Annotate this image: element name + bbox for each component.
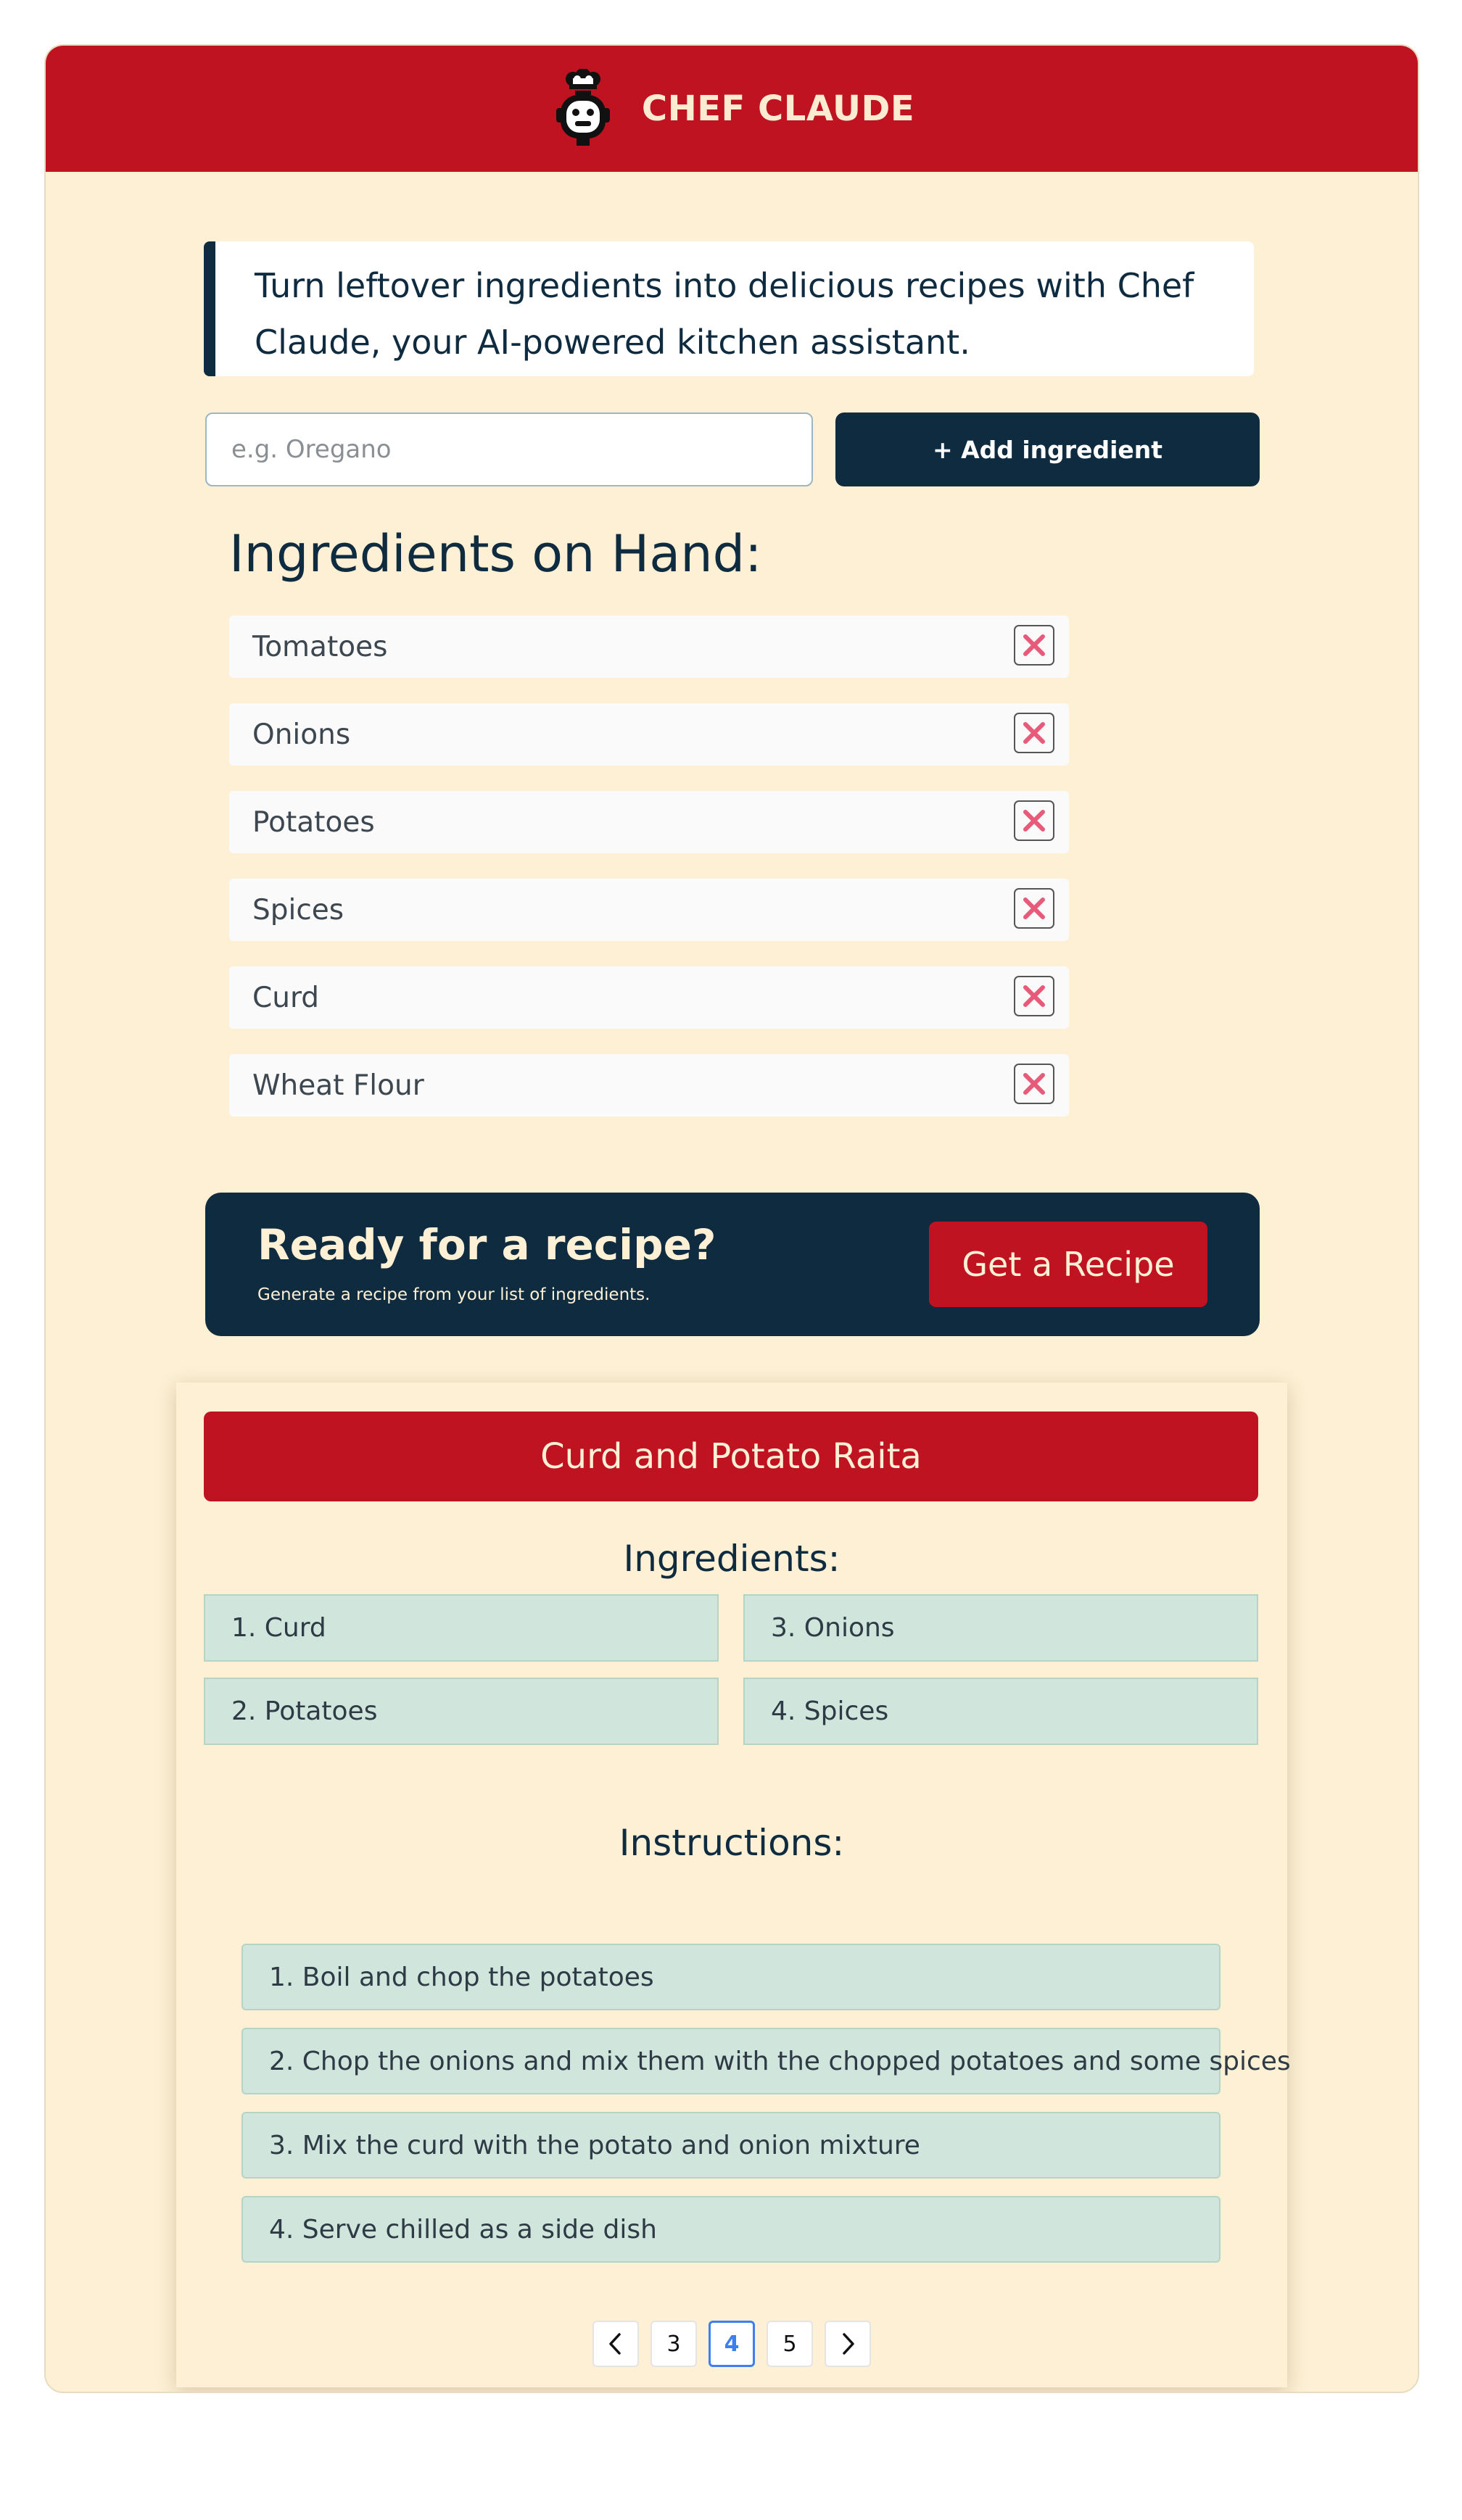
page-button-3[interactable]: 3 — [651, 2321, 697, 2367]
remove-ingredient-button[interactable] — [1014, 888, 1054, 929]
recipe-title: Curd and Potato Raita — [204, 1412, 1258, 1501]
prev-page-button[interactable] — [592, 2321, 639, 2367]
recipe-card: Curd and Potato Raita Ingredients: 1. Cu… — [176, 1383, 1291, 2387]
remove-ingredient-button[interactable] — [1014, 713, 1054, 753]
close-icon — [1023, 985, 1045, 1007]
app-title: CHEF CLAUDE — [641, 88, 915, 129]
app-container: CHEF CLAUDE Turn leftover ingredients in… — [44, 44, 1419, 2393]
ingredient-item: Onions — [229, 703, 1069, 766]
instruction-step: 1. Boil and chop the potatoes — [241, 1944, 1221, 2010]
ingredient-label: Tomatoes — [252, 630, 388, 663]
intro-callout: Turn leftover ingredients into delicious… — [204, 241, 1254, 376]
cta-subtitle: Generate a recipe from your list of ingr… — [257, 1285, 651, 1304]
ingredients-on-hand-heading: Ingredients on Hand: — [229, 524, 762, 584]
recipe-title-text: Curd and Potato Raita — [540, 1436, 922, 1477]
app-header: CHEF CLAUDE — [46, 46, 1418, 172]
ingredient-label: Spices — [252, 893, 344, 927]
ingredient-item: Curd — [229, 966, 1069, 1029]
ingredient-label: Wheat Flour — [252, 1069, 424, 1102]
recipe-ingredient: 4. Spices — [743, 1678, 1258, 1745]
page-button-5[interactable]: 5 — [767, 2321, 813, 2367]
chef-robot-icon — [556, 69, 610, 146]
close-icon — [1023, 634, 1045, 656]
close-icon — [1023, 1073, 1045, 1095]
ingredient-input[interactable] — [205, 413, 813, 486]
remove-ingredient-button[interactable] — [1014, 800, 1054, 841]
add-ingredient-button[interactable]: + Add ingredient — [835, 413, 1260, 486]
get-recipe-button[interactable]: Get a Recipe — [929, 1222, 1207, 1307]
close-icon — [1023, 810, 1045, 832]
ingredient-item: Wheat Flour — [229, 1054, 1069, 1116]
page-button-4-current[interactable]: 4 — [709, 2321, 755, 2367]
ingredient-item: Potatoes — [229, 791, 1069, 853]
recipe-ingredient: 2. Potatoes — [204, 1678, 719, 1745]
recipe-instructions-list: 1. Boil and chop the potatoes 2. Chop th… — [241, 1944, 1291, 2280]
cta-title: Ready for a recipe? — [257, 1220, 716, 1269]
intro-text: Turn leftover ingredients into delicious… — [255, 266, 1194, 362]
recipe-ingredient: 3. Onions — [743, 1594, 1258, 1662]
instruction-step: 4. Serve chilled as a side dish — [241, 2196, 1221, 2263]
instruction-step: 3. Mix the curd with the potato and onio… — [241, 2112, 1221, 2179]
ingredient-label: Onions — [252, 718, 351, 751]
recipe-ingredients-grid: 1. Curd 2. Potatoes 3. Onions 4. Spices — [204, 1594, 1258, 1745]
remove-ingredient-button[interactable] — [1014, 976, 1054, 1016]
get-recipe-label: Get a Recipe — [962, 1245, 1175, 1284]
remove-ingredient-button[interactable] — [1014, 625, 1054, 666]
chevron-right-icon — [843, 2333, 854, 2355]
ingredients-list: Tomatoes Onions Potatoes Spices Curd Whe… — [229, 616, 1069, 1142]
instruction-step: 2. Chop the onions and mix them with the… — [241, 2028, 1291, 2094]
remove-ingredient-button[interactable] — [1014, 1064, 1054, 1104]
get-recipe-panel: Ready for a recipe? Generate a recipe fr… — [205, 1193, 1260, 1336]
next-page-button[interactable] — [825, 2321, 871, 2367]
chevron-left-icon — [609, 2333, 621, 2355]
close-icon — [1023, 898, 1045, 919]
ingredient-label: Curd — [252, 981, 320, 1014]
recipe-ingredients-heading: Ingredients: — [623, 1538, 841, 1580]
ingredient-label: Potatoes — [252, 805, 375, 839]
close-icon — [1023, 722, 1045, 744]
ingredient-item: Tomatoes — [229, 616, 1069, 678]
add-ingredient-label: + Add ingredient — [932, 435, 1163, 464]
recipe-instructions-heading: Instructions: — [619, 1822, 845, 1864]
ingredient-item: Spices — [229, 879, 1069, 941]
pagination: 3 4 5 — [176, 2321, 1287, 2367]
recipe-ingredient: 1. Curd — [204, 1594, 719, 1662]
